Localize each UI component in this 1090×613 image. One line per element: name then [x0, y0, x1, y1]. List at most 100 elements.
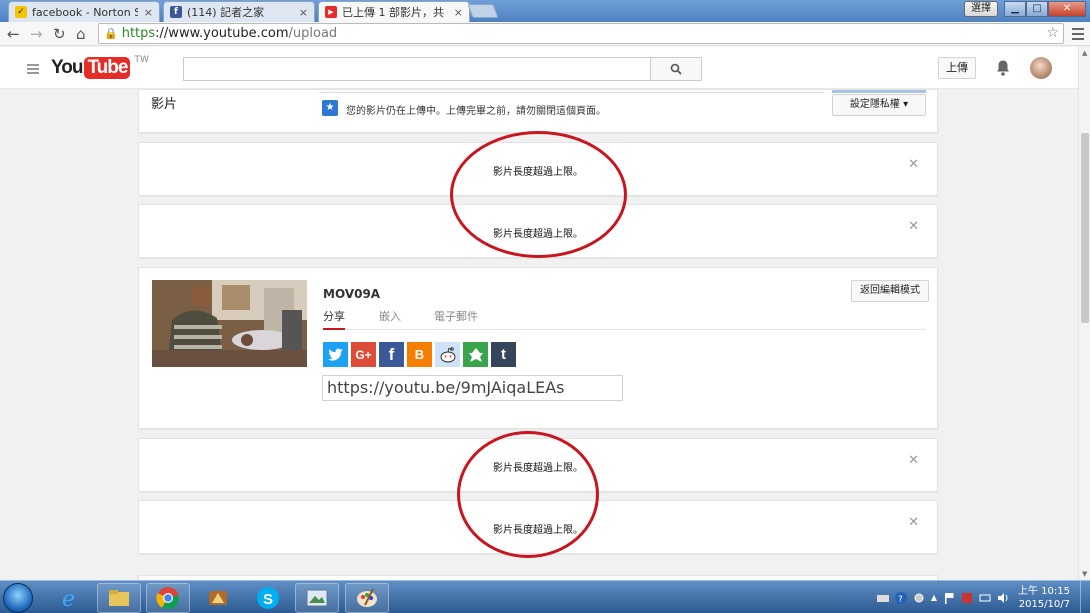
svg-text:S: S	[263, 591, 273, 608]
scroll-down-icon[interactable]: ▼	[1082, 570, 1087, 578]
show-desktop-button[interactable]	[1080, 581, 1090, 613]
short-link-field[interactable]: https://youtu.be/9mJAiqaLEAs	[322, 375, 623, 401]
tab-facebook[interactable]: f (114) 記者之家 ×	[163, 1, 315, 22]
video-thumbnail[interactable]	[152, 280, 307, 367]
new-tab-button[interactable]	[467, 4, 499, 18]
share-tabs: 分享 嵌入 電子郵件	[323, 308, 926, 330]
reload-icon[interactable]: ↻	[53, 25, 66, 43]
back-arrow-icon[interactable]: ←	[7, 25, 20, 43]
tumblr-icon[interactable]: t	[491, 342, 516, 367]
home-icon[interactable]: ⌂	[76, 25, 86, 43]
plurk-icon[interactable]	[463, 342, 488, 367]
browser-tab-strip: ✓ facebook - Norton Safe × f (114) 記者之家 …	[0, 0, 1090, 22]
tab-share[interactable]: 分享	[323, 308, 345, 330]
dismiss-close-icon[interactable]: ✕	[908, 219, 919, 234]
url-host: ://www.youtube.com	[155, 26, 289, 41]
clock-date: 2015/10/7	[1018, 598, 1070, 610]
tab-email[interactable]: 電子郵件	[434, 308, 478, 330]
volume-icon[interactable]	[997, 592, 1009, 604]
help-icon[interactable]: ?	[894, 591, 907, 604]
chrome-icon[interactable]	[146, 583, 190, 613]
guide-menu-icon[interactable]	[27, 64, 39, 76]
youtube-logo[interactable]: You Tube TW	[51, 55, 149, 79]
photo-viewer-icon[interactable]	[295, 583, 339, 613]
maximize-icon[interactable]: □	[1026, 1, 1048, 17]
scroll-up-icon[interactable]: ▲	[1082, 49, 1087, 57]
logo-you: You	[51, 57, 84, 78]
system-tray: ? ▲ 上午 10:15 2015/10/7	[874, 581, 1090, 613]
dismiss-close-icon[interactable]: ✕	[908, 515, 919, 530]
tab-norton[interactable]: ✓ facebook - Norton Safe ×	[8, 1, 160, 22]
action-center-flag-icon[interactable]	[943, 592, 955, 604]
country-code: TW	[134, 55, 149, 65]
close-icon[interactable]: ✕	[1048, 1, 1086, 17]
facebook-share-icon[interactable]: f	[379, 342, 404, 367]
youtube-header: You Tube TW 上傳	[0, 47, 1078, 89]
gear-icon[interactable]	[913, 592, 925, 604]
tab-close-icon[interactable]: ×	[299, 6, 308, 19]
tab-title: (114) 記者之家	[187, 6, 265, 19]
browser-toolbar: ← → ↻ ⌂ 🔒 https ://www.youtube.com /uplo…	[0, 22, 1090, 46]
browser-menu-icon[interactable]	[1072, 28, 1084, 43]
norton-check-icon: ✓	[15, 6, 27, 18]
upload-button[interactable]: 上傳	[938, 57, 976, 79]
account-avatar[interactable]	[1030, 57, 1052, 79]
tab-close-icon[interactable]: ×	[144, 6, 153, 19]
google-plus-icon[interactable]: G+	[351, 342, 376, 367]
address-bar[interactable]: 🔒 https ://www.youtube.com /upload ☆	[98, 23, 1064, 44]
forward-arrow-icon[interactable]: →	[30, 25, 43, 43]
reddit-icon[interactable]	[435, 342, 460, 367]
keyboard-icon[interactable]	[876, 592, 889, 604]
search-icon	[670, 63, 682, 75]
upload-notice: 您的影片仍在上傳中。上傳完畢之前，請勿關閉這個頁面。	[346, 106, 606, 117]
social-share-buttons: G+ f B t	[323, 342, 516, 367]
skype-icon[interactable]: S	[246, 583, 290, 613]
url-scheme: https	[121, 26, 156, 41]
tab-close-icon[interactable]: ×	[454, 6, 463, 19]
paint-icon[interactable]	[345, 583, 389, 613]
scroll-thumb[interactable]	[1081, 133, 1089, 323]
svg-text:?: ?	[898, 595, 903, 604]
search-input[interactable]	[183, 57, 651, 81]
video-thumbnail-image	[152, 280, 307, 367]
network-icon[interactable]	[979, 592, 991, 604]
windows-taskbar: e S ? ▲ 上午 10:15 2015/10/7	[0, 580, 1090, 613]
tab-title: facebook - Norton Safe	[32, 5, 138, 19]
file-explorer-icon[interactable]	[97, 583, 141, 613]
uploaded-video-card: MOV09A 返回編輯模式 分享 嵌入 電子郵件 G+ f B t https:…	[138, 267, 938, 429]
media-app-icon[interactable]	[196, 583, 240, 613]
security-icon[interactable]	[961, 592, 973, 604]
annotation-circle	[450, 131, 627, 258]
url-path: /upload	[288, 26, 338, 41]
logo-tube: Tube	[84, 57, 131, 79]
notifications-bell-icon[interactable]	[995, 59, 1011, 77]
tab-youtube-upload[interactable]: ▶ 已上傳 1 部影片，共 6 部 ×	[318, 1, 470, 22]
privacy-settings-button[interactable]: 設定隱私權 ▾	[832, 90, 926, 116]
show-hidden-icons-icon[interactable]: ▲	[931, 593, 937, 602]
taskbar-clock[interactable]: 上午 10:15 2015/10/7	[1018, 585, 1070, 611]
facebook-icon: f	[170, 6, 182, 18]
back-to-edit-button[interactable]: 返回編輯模式	[851, 280, 929, 302]
upload-progress-bar	[319, 90, 824, 93]
clock-time: 上午 10:15	[1018, 585, 1070, 597]
blogger-icon[interactable]: B	[407, 342, 432, 367]
dismiss-close-icon[interactable]: ✕	[908, 157, 919, 172]
upload-status-card: 影片 ★ 您的影片仍在上傳中。上傳完畢之前，請勿關閉這個頁面。 設定隱私權 ▾	[138, 89, 938, 133]
minimize-icon[interactable]: ▁	[1004, 1, 1026, 17]
annotation-circle	[457, 431, 599, 558]
video-title: MOV09A	[323, 287, 381, 301]
bookmark-star-icon[interactable]: ☆	[1046, 25, 1059, 41]
select-button[interactable]: 選擇	[964, 1, 998, 17]
tab-title: 已上傳 1 部影片，共 6 部	[342, 6, 448, 19]
internet-explorer-icon[interactable]: e	[48, 583, 92, 613]
lock-icon: 🔒	[104, 27, 118, 40]
page-scrollbar[interactable]: ▲ ▼	[1078, 47, 1090, 580]
youtube-icon: ▶	[325, 6, 337, 18]
tab-embed[interactable]: 嵌入	[379, 308, 401, 330]
start-button[interactable]	[3, 583, 33, 613]
dismiss-close-icon[interactable]: ✕	[908, 453, 919, 468]
search-button[interactable]	[650, 57, 702, 81]
section-label: 影片	[151, 97, 178, 112]
twitter-icon[interactable]	[323, 342, 348, 367]
svg-text:e: e	[62, 587, 75, 610]
